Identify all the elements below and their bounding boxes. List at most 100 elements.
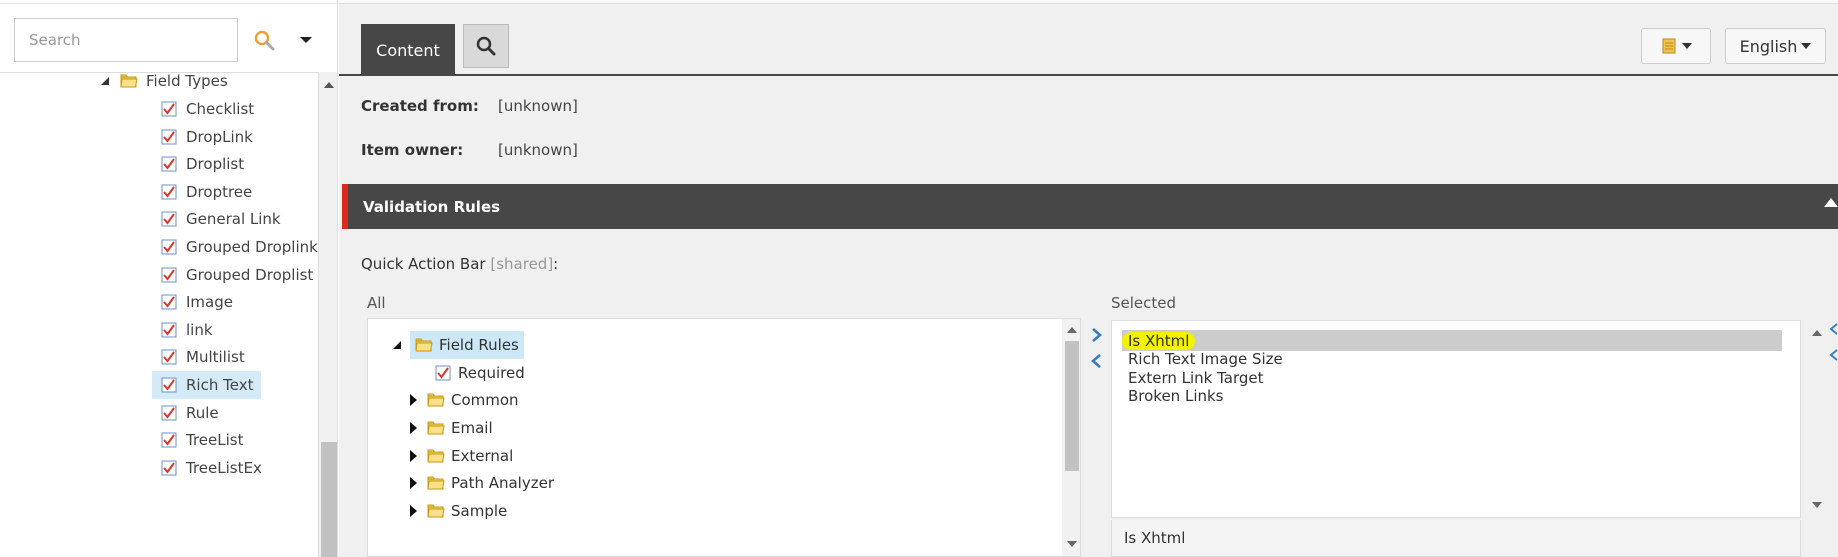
tree-item-checklist[interactable]: Checklist [160,95,254,123]
available-items-tree[interactable]: Field Rules Required Common Email External… [367,318,1081,557]
tree-item-label: link [186,320,213,339]
tree-folder-common[interactable]: Common [410,386,519,414]
scroll-down-icon[interactable] [1067,541,1077,547]
tree-item-required[interactable]: Required [434,359,525,387]
scrollbar-thumb[interactable] [321,442,337,557]
tree-item-label: Droplist [186,155,245,174]
folder-icon [415,338,433,352]
expand-arrow-icon[interactable] [410,394,417,406]
tree-item-label: TreeList [186,431,244,450]
field-label-colon: : [553,255,559,273]
tree-item-image[interactable]: Image [160,288,233,316]
list-item-label: Rich Text Image Size [1128,350,1283,368]
tree-item-label: External [451,446,514,465]
folder-icon [427,476,445,490]
tree-item-droplist[interactable]: Droplist [160,150,244,178]
tree-item-label: Rule [186,403,219,422]
scroll-up-icon[interactable] [1067,327,1077,333]
tree-item-label: Required [458,364,525,382]
tab-content[interactable]: Content [361,24,455,76]
scroll-down-icon[interactable] [1812,502,1822,508]
tree-folder-external[interactable]: External [410,442,513,470]
collapse-icon[interactable] [1824,198,1838,207]
selected-tree-node[interactable]: Field Rules [410,331,524,359]
field-type-icon [161,460,177,476]
tree-item-grouped-droplink[interactable]: Grouped Droplink [160,233,318,261]
tree-item-label: Sample [451,502,508,521]
checkbox-item-icon [435,365,451,381]
collapse-arrow-icon[interactable] [100,72,110,90]
content-tree: Field Types Checklist DropLink Droplist Dro… [0,72,337,557]
tree-scrollbar[interactable] [318,72,337,557]
expand-arrow-icon[interactable] [410,477,417,490]
search-options-dropdown-icon[interactable] [296,30,316,50]
field-type-icon [161,211,177,227]
all-list-scrollbar[interactable] [1062,319,1080,556]
tree-item-label: Common [451,391,519,409]
expand-arrow-icon[interactable] [410,421,417,434]
language-dropdown[interactable]: English [1725,28,1826,64]
tree-folder-email[interactable]: Email [410,414,493,442]
folder-icon [427,393,445,407]
search-field[interactable] [14,18,238,62]
section-header-validation-rules[interactable]: Validation Rules [342,184,1838,229]
scroll-up-icon[interactable] [1812,330,1822,336]
tree-folder-field-types[interactable]: Field Types [100,67,228,95]
tree-item-general-link[interactable]: General Link [160,205,281,233]
chevron-down-icon [1801,43,1812,49]
tree-item-multilist[interactable]: Multilist [160,343,245,371]
tree-item-droplink[interactable]: DropLink [160,123,253,151]
field-type-icon [161,101,177,117]
remove-selected-arrow-icon[interactable] [1089,352,1105,370]
add-selected-arrow-icon[interactable] [1089,326,1105,344]
language-label: English [1739,36,1798,56]
chevron-down-icon [1682,43,1692,49]
version-button[interactable] [1641,28,1711,64]
tree-folder-field-rules[interactable]: Field Rules [392,331,524,359]
field-type-icon [161,432,177,448]
scroll-up-icon[interactable] [324,82,334,88]
tree-item-label: General Link [186,210,281,229]
field-type-icon [161,294,177,310]
tree-item-treelistex[interactable]: TreeListEx [160,454,262,482]
selected-list-item[interactable]: Broken Links [1128,386,1224,407]
selected-item-display: Is Xhtml [1111,520,1801,557]
created-from-row: Created from: [unknown] [361,97,578,115]
tree-item-rule[interactable]: Rule [160,399,219,427]
scrollbar-thumb[interactable] [1065,341,1079,471]
tree-item-droptree[interactable]: Droptree [160,178,252,206]
tree-item-rich-text[interactable]: Rich Text [152,371,262,399]
edge-arrows[interactable] [1827,322,1838,362]
tree-item-label: Grouped Droplink [186,238,318,256]
tree-item-link[interactable]: link [160,316,213,344]
tree-item-label: Field Types [146,72,228,90]
field-type-icon [161,267,177,283]
version-icon [1662,38,1676,54]
tree-item-label: Multilist [186,348,245,367]
editor-tab-bar: Content English [339,4,1838,76]
folder-icon [427,421,445,435]
top-divider [0,0,337,4]
tree-folder-sample[interactable]: Sample [410,497,507,525]
list-item-label: Is Xhtml [1122,331,1196,350]
tree-item-grouped-droplist[interactable]: Grouped Droplist [160,261,313,289]
all-list-label: All [367,294,386,312]
field-type-icon [161,184,177,200]
tab-search[interactable] [463,24,509,68]
tree-item-treelist[interactable]: TreeList [160,426,243,454]
tree-item-label: Rich Text [186,376,254,394]
selected-items-list[interactable]: Is Xhtml Rich Text Image Size Extern Link … [1111,320,1801,518]
tree-item-label: Path Analyzer [451,474,554,493]
expand-arrow-icon[interactable] [410,449,417,462]
selected-list-label: Selected [1111,294,1177,312]
field-type-icon [161,239,177,255]
field-type-icon [161,322,177,338]
selected-list-scrollbar[interactable] [1807,320,1827,518]
expand-arrow-icon[interactable] [410,505,417,518]
tree-folder-path-analyzer[interactable]: Path Analyzer [410,469,554,497]
search-icon[interactable] [250,26,280,56]
tree-item-label: TreeListEx [186,458,262,477]
tree-item-label: Droptree [186,182,253,201]
search-input[interactable] [29,31,223,49]
collapse-arrow-icon[interactable] [392,336,402,354]
